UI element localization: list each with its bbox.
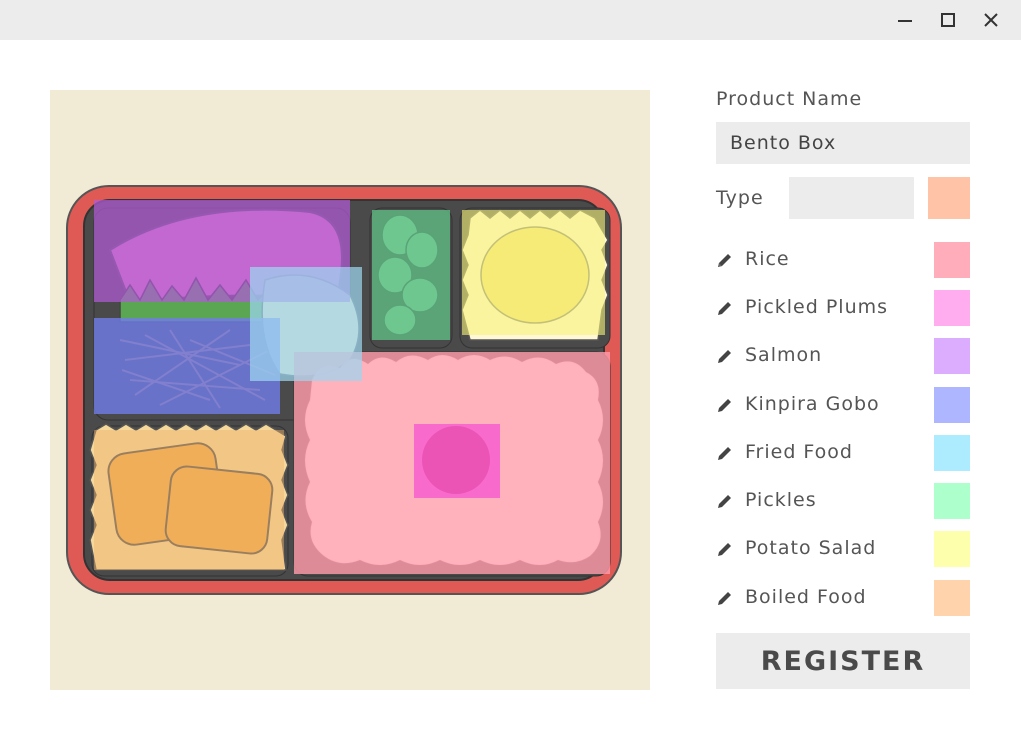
category-item-potato-salad[interactable]: Potato Salad <box>716 531 970 567</box>
type-label: Type <box>716 187 764 209</box>
boiled-food-region[interactable] <box>94 430 284 570</box>
type-row: Type <box>716 177 970 219</box>
category-color-swatch[interactable] <box>934 338 970 374</box>
maximize-button[interactable] <box>934 6 962 34</box>
type-color-swatch[interactable] <box>928 177 970 219</box>
category-item-pickles[interactable]: Pickles <box>716 483 970 519</box>
bento-box-illustration <box>66 185 622 595</box>
pencil-icon[interactable] <box>716 540 734 558</box>
category-item-fried-food[interactable]: Fried Food <box>716 435 970 471</box>
category-label: Boiled Food <box>745 586 867 608</box>
category-label: Kinpira Gobo <box>745 393 880 415</box>
product-name-input[interactable] <box>716 122 970 164</box>
fried-food-region[interactable] <box>250 267 362 381</box>
category-color-swatch[interactable] <box>934 387 970 423</box>
category-label: Pickles <box>745 489 817 511</box>
minimize-icon <box>898 20 912 22</box>
pencil-icon[interactable] <box>716 347 734 365</box>
category-label: Rice <box>745 248 790 270</box>
pencil-icon[interactable] <box>716 589 734 607</box>
pickles-region[interactable] <box>372 210 450 340</box>
category-label: Fried Food <box>745 441 853 463</box>
category-label: Salmon <box>745 344 823 366</box>
maximize-icon <box>941 13 955 27</box>
category-item-pickled-plums[interactable]: Pickled Plums <box>716 290 970 326</box>
properties-panel: Product Name Type Rice Pickled Plums Sal… <box>716 88 970 616</box>
pencil-icon[interactable] <box>716 492 734 510</box>
category-color-swatch[interactable] <box>934 580 970 616</box>
product-name-label: Product Name <box>716 88 863 110</box>
pencil-icon[interactable] <box>716 444 734 462</box>
pencil-icon[interactable] <box>716 396 734 414</box>
type-input[interactable] <box>789 177 914 219</box>
annotation-canvas[interactable] <box>50 90 650 690</box>
category-color-swatch[interactable] <box>934 483 970 519</box>
register-button[interactable]: REGISTER <box>716 633 970 689</box>
category-item-rice[interactable]: Rice <box>716 242 970 278</box>
category-color-swatch[interactable] <box>934 290 970 326</box>
title-bar <box>0 0 1021 40</box>
category-label: Pickled Plums <box>745 296 889 318</box>
close-button[interactable] <box>977 6 1005 34</box>
pencil-icon[interactable] <box>716 251 734 269</box>
category-color-swatch[interactable] <box>934 435 970 471</box>
pencil-icon[interactable] <box>716 299 734 317</box>
close-icon <box>984 13 998 27</box>
category-item-boiled-food[interactable]: Boiled Food <box>716 580 970 616</box>
category-item-kinpira-gobo[interactable]: Kinpira Gobo <box>716 387 970 423</box>
potato-salad-region[interactable] <box>462 210 605 335</box>
category-label: Potato Salad <box>745 537 877 559</box>
category-item-salmon[interactable]: Salmon <box>716 338 970 374</box>
minimize-button[interactable] <box>891 6 919 34</box>
category-color-swatch[interactable] <box>934 531 970 567</box>
category-color-swatch[interactable] <box>934 242 970 278</box>
